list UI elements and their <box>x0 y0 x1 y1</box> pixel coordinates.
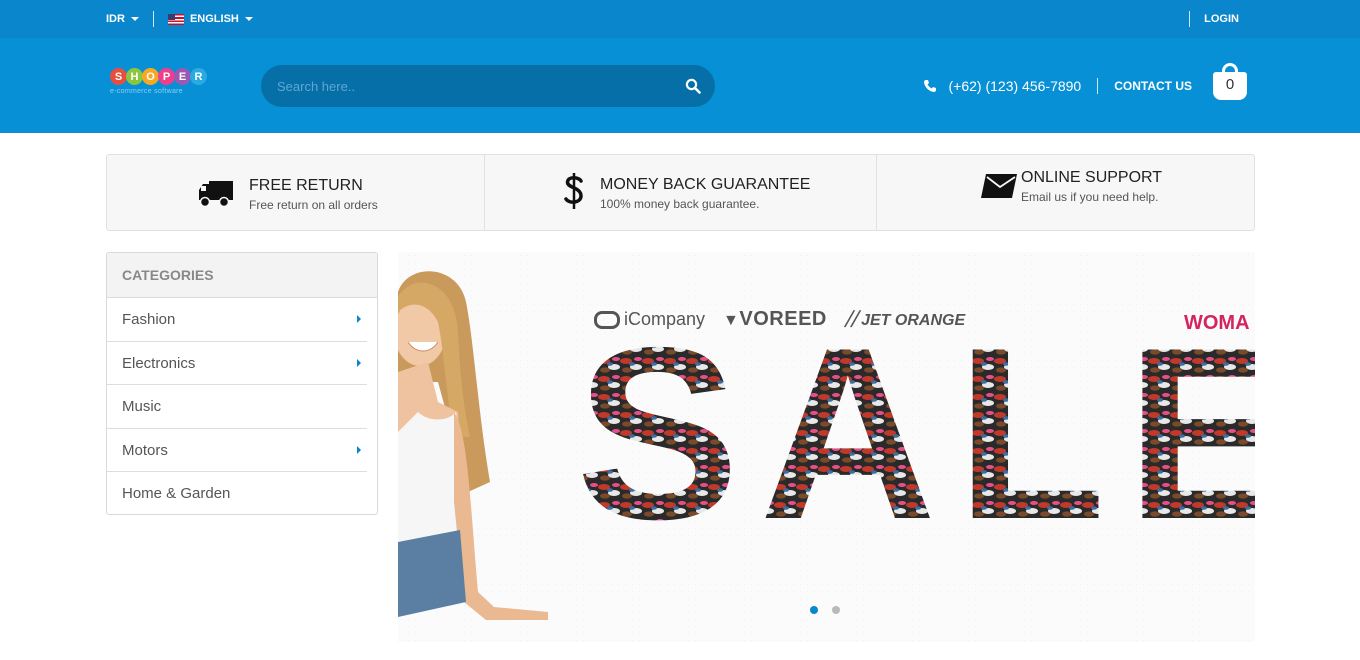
brand-jet-orange: ⧸⧸ JET ORANGE <box>844 309 966 329</box>
divider <box>1189 11 1191 27</box>
search-bar <box>261 65 715 107</box>
phone-icon <box>923 80 936 92</box>
search-icon[interactable] <box>685 78 701 94</box>
us-flag-icon <box>167 13 184 25</box>
chevron-right-icon <box>357 315 361 323</box>
categories-heading: CATEGORIES <box>107 253 377 298</box>
brand-name: JET ORANGE <box>861 312 966 329</box>
icompany-logo-icon <box>594 310 620 329</box>
feature-title: FREE RETURN <box>249 177 363 194</box>
slider-dot-1[interactable] <box>810 606 818 614</box>
banner-slider[interactable]: iCompany ▼VOREED ⧸⧸ JET ORANGE WOMA SALE <box>398 252 1255 642</box>
cart-button[interactable]: 0 <box>1212 62 1248 102</box>
top-bar: IDR ENGLISH LOGIN <box>0 0 1360 38</box>
feature-subtitle: Free return on all orders <box>249 198 378 212</box>
category-label: Fashion <box>122 311 176 328</box>
login-link[interactable]: LOGIN <box>1204 13 1239 25</box>
category-item-fashion[interactable]: Fashion <box>107 298 367 342</box>
dollar-icon <box>564 173 583 209</box>
search-input[interactable] <box>277 65 677 107</box>
site-logo[interactable]: S H O P E R e-commerce software <box>110 68 220 102</box>
women-label: WOMA <box>1184 312 1250 334</box>
feature-subtitle: 100% money back guarantee. <box>600 197 760 211</box>
divider <box>1097 78 1099 94</box>
logo-letter: E <box>174 68 191 85</box>
cart-count: 0 <box>1225 76 1235 93</box>
features-strip: FREE RETURN Free return on all orders MO… <box>106 154 1255 231</box>
category-item-home-garden[interactable]: Home & Garden <box>107 472 367 516</box>
model-image <box>398 271 548 620</box>
chevron-right-icon <box>357 358 361 367</box>
feature-title: MONEY BACK GUARANTEE <box>600 176 811 193</box>
chevron-down-icon <box>244 17 253 21</box>
sale-text: SALE <box>576 338 1255 538</box>
feature-free-return: FREE RETURN Free return on all orders <box>107 155 485 230</box>
category-item-motors[interactable]: Motors <box>107 429 367 472</box>
category-item-music[interactable]: Music <box>107 385 367 429</box>
feature-title: ONLINE SUPPORT <box>1021 169 1163 186</box>
header: S H O P E R e-commerce software (+62) (1… <box>0 38 1360 133</box>
envelope-icon <box>981 174 1017 198</box>
categories-menu: CATEGORIES Fashion Electronics Music Mot… <box>106 252 378 515</box>
category-label: Home & Garden <box>122 485 231 502</box>
brand-name: iCompany <box>624 309 706 329</box>
category-label: Motors <box>122 441 168 459</box>
brand-name: VOREED <box>739 308 827 330</box>
logo-letter: S <box>110 68 127 85</box>
logo-tagline: e-commerce software <box>110 88 183 95</box>
divider <box>152 11 154 27</box>
currency-dropdown[interactable]: IDR <box>106 13 139 25</box>
category-label: Electronics <box>122 354 196 372</box>
feature-money-back: MONEY BACK GUARANTEE 100% money back gua… <box>485 155 877 230</box>
slider-dot-2[interactable] <box>832 606 840 614</box>
contact-us-link[interactable]: CONTACT US <box>1114 79 1192 93</box>
logo-letter: H <box>126 68 143 85</box>
chevron-down-icon <box>130 17 139 21</box>
logo-letter: P <box>158 68 175 85</box>
language-label: ENGLISH <box>189 13 239 25</box>
logo-letter: O <box>142 68 159 85</box>
brand-icompany: iCompany <box>594 309 705 330</box>
logo-letters: S H O P E R <box>110 68 220 85</box>
slider-dots <box>810 606 840 614</box>
feature-subtitle: Email us if you need help. <box>1021 190 1159 204</box>
phone-number: (+62) (123) 456-7890 <box>948 78 1082 94</box>
language-dropdown[interactable]: ENGLISH <box>167 13 253 25</box>
sale-headline-graphic: SALE <box>576 338 1255 538</box>
logo-letter: R <box>190 68 207 85</box>
category-list: Fashion Electronics Music Motors Home & … <box>107 298 377 516</box>
category-label: Music <box>122 398 162 415</box>
contact-area: (+62) (123) 456-7890 CONTACT US <box>923 76 1192 96</box>
currency-label: IDR <box>106 13 125 25</box>
brand-voreed: ▼VOREED <box>723 308 827 330</box>
feature-online-support: ONLINE SUPPORT Email us if you need help… <box>877 155 1254 230</box>
chevron-right-icon <box>357 445 361 454</box>
category-item-electronics[interactable]: Electronics <box>107 342 367 385</box>
brand-logos: iCompany ▼VOREED ⧸⧸ JET ORANGE WOMA <box>594 308 1250 334</box>
truck-icon <box>199 181 233 208</box>
